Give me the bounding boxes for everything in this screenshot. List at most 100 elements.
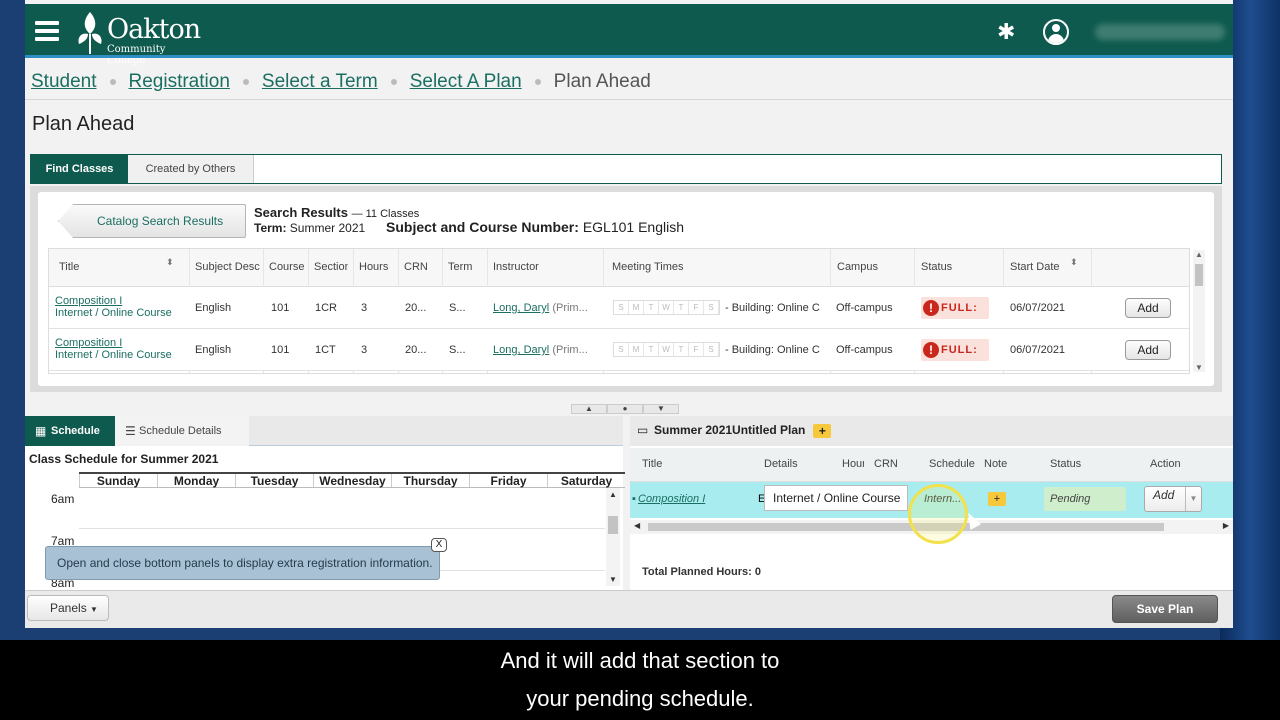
search-results-card: Catalog Search Results Search Results — … <box>38 192 1214 386</box>
breadcrumb: Student Registration Select a Term Selec… <box>31 68 651 96</box>
sort-icon[interactable]: ⬍ <box>166 257 174 268</box>
day-friday: Friday <box>469 474 547 488</box>
cell-term: S... <box>449 302 466 314</box>
cell-section: 1CT <box>315 344 336 356</box>
total-planned-hours: Total Planned Hours: 0 <box>642 566 761 578</box>
top-bar: Oakton Community College ✱ <box>25 4 1233 66</box>
details-tooltip: Internet / Online Course <box>764 485 908 511</box>
table-row: Composition I Internet / Online Course E… <box>49 329 1189 373</box>
cell-subject: English <box>195 344 232 356</box>
breadcrumb-divider <box>25 99 1233 100</box>
subject-value: EGL101 English <box>582 219 684 235</box>
sort-icon[interactable]: ⬍ <box>1070 257 1078 268</box>
day-sunday: Sunday <box>79 474 157 488</box>
meeting-days: SMTWTFS <box>613 300 720 315</box>
panel-down-button[interactable]: ▼ <box>643 404 679 414</box>
time-label: 6am <box>51 492 75 506</box>
tab-schedule-details[interactable]: ☰ Schedule Details <box>115 416 249 446</box>
hamburger-icon[interactable] <box>35 21 59 41</box>
plan-note-icon[interactable]: + <box>988 492 1006 506</box>
col-title[interactable]: Title <box>59 261 159 273</box>
day-saturday: Saturday <box>547 474 625 488</box>
tab-created-by-others[interactable]: Created by Others <box>128 155 254 183</box>
add-note-icon[interactable]: + <box>813 423 832 438</box>
alert-icon: ! <box>923 342 939 358</box>
term-label: Term: <box>254 221 287 235</box>
subject-label: Subject and Course Number: <box>386 219 579 235</box>
gear-icon[interactable]: ✱ <box>997 21 1019 43</box>
meeting-days: SMTWTFS <box>613 342 720 357</box>
cell-course: 101 <box>271 344 290 356</box>
course-title-sub: Internet / Online Course <box>55 307 172 319</box>
panels-button[interactable]: Panels ▼ <box>27 595 109 621</box>
save-plan-button[interactable]: Save Plan <box>1112 595 1218 623</box>
caption-line-1: And it will add that section to <box>500 648 780 673</box>
breadcrumb-registration[interactable]: Registration <box>129 71 230 93</box>
panel-up-button[interactable]: ▲ <box>571 404 607 414</box>
cursor-highlight <box>908 484 968 544</box>
breadcrumb-separator <box>109 79 116 85</box>
instructor-role: (Prim... <box>549 302 588 314</box>
instructor-link[interactable]: Long, Daryl <box>493 344 549 356</box>
college-logo[interactable]: Oakton Community College <box>75 10 205 66</box>
col-subject[interactable]: Subject Desc <box>195 261 261 273</box>
plan-action-button[interactable]: Add ▼ <box>1144 486 1202 512</box>
col-crn[interactable]: CRN <box>404 261 434 273</box>
cell-start-date: 06/07/2021 <box>1010 302 1066 314</box>
cell-meeting: - Building: Online C <box>725 302 820 314</box>
results-scrollbar[interactable]: ▲ ▼ <box>1193 250 1205 372</box>
chevron-down-icon: ▼ <box>90 605 98 614</box>
tab-find-classes[interactable]: Find Classes <box>31 155 128 183</box>
col-section[interactable]: Section <box>314 261 348 273</box>
cell-section: 1CR <box>315 302 338 314</box>
plan-course-link[interactable]: Composition I <box>638 493 705 505</box>
topbar-accent-line <box>25 55 1233 58</box>
search-term: Term: Summer 2021 <box>254 221 365 235</box>
breadcrumb-separator <box>242 79 249 85</box>
term-value: Summer 2021 <box>289 221 366 235</box>
plan-header-row: Title Details Hour CRN Schedule Note Sta… <box>630 448 1233 482</box>
course-title-sub: Internet / Online Course <box>55 349 172 361</box>
page-title: Plan Ahead <box>32 113 135 135</box>
class-tabs: Find Classes Created by Others <box>30 154 1222 184</box>
cell-course: 101 <box>271 302 290 314</box>
course-title-link[interactable]: Composition I <box>55 337 122 349</box>
cell-hours: 3 <box>361 302 368 314</box>
course-title-link[interactable]: Composition I <box>55 295 122 307</box>
plan-col-action: Action <box>1150 458 1181 470</box>
plan-status-pending: Pending <box>1044 487 1126 511</box>
panel-center-button[interactable]: ● <box>607 404 643 414</box>
calendar-icon: ▭ <box>637 423 649 437</box>
instructor-link[interactable]: Long, Daryl <box>493 302 549 314</box>
add-button[interactable]: Add <box>1125 298 1171 318</box>
status-badge: !FULL: ... <box>921 339 989 373</box>
col-start-date[interactable]: Start Date <box>1010 261 1074 273</box>
tab-schedule[interactable]: ▦ Schedule <box>25 416 115 446</box>
col-course[interactable]: Course <box>269 261 305 273</box>
schedule-tabs: ▦ Schedule ☰ Schedule Details <box>25 416 623 446</box>
breadcrumb-current: Plan Ahead <box>553 71 651 92</box>
col-term[interactable]: Term <box>448 261 478 273</box>
catalog-search-results-button[interactable]: Catalog Search Results <box>58 204 246 238</box>
breadcrumb-separator <box>534 79 541 85</box>
plan-title: Summer 2021Untitled Plan <box>654 423 806 437</box>
status-badge: !FULL: ... <box>921 297 989 336</box>
col-campus[interactable]: Campus <box>837 261 907 273</box>
user-icon[interactable] <box>1043 19 1069 45</box>
user-name-blurred[interactable] <box>1095 24 1225 40</box>
breadcrumb-student[interactable]: Student <box>31 71 97 93</box>
chevron-down-icon[interactable]: ▼ <box>1185 487 1201 511</box>
tooltip-close-button[interactable]: X <box>431 538 447 552</box>
add-button[interactable]: Add <box>1125 340 1171 360</box>
plan-col-title: Title <box>642 458 663 470</box>
breadcrumb-select-term[interactable]: Select a Term <box>262 71 378 93</box>
search-subject: Subject and Course Number: EGL101 Englis… <box>386 219 684 235</box>
col-status[interactable]: Status <box>921 261 981 273</box>
schedule-scrollbar[interactable]: ▲ ▼ <box>606 488 620 586</box>
col-instructor[interactable]: Instructor <box>493 261 593 273</box>
col-hours[interactable]: Hours <box>359 261 393 273</box>
plan-col-details: Details <box>764 458 798 470</box>
breadcrumb-select-plan[interactable]: Select A Plan <box>410 71 522 93</box>
col-meeting-times[interactable]: Meeting Times <box>612 261 732 273</box>
list-icon: ☰ <box>125 424 136 438</box>
